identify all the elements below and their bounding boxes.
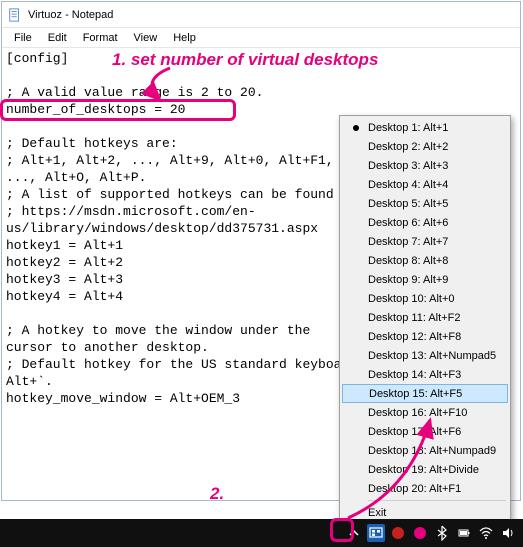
desktop-menu-item[interactable]: Desktop 12: Alt+F8 <box>342 327 508 346</box>
menu-item-bullet <box>346 506 366 520</box>
menu-separator <box>368 500 506 501</box>
menu-item-bullet <box>346 216 366 230</box>
menu-item-label: Desktop 13: Alt+Numpad5 <box>366 350 496 362</box>
menu-item-bullet <box>346 311 366 325</box>
menu-item-label: Desktop 8: Alt+8 <box>366 255 448 267</box>
desktop-menu-item[interactable]: Desktop 6: Alt+6 <box>342 213 508 232</box>
menu-item-label: Desktop 5: Alt+5 <box>366 198 448 210</box>
tray-pink-icon[interactable] <box>411 524 429 542</box>
menu-item-label: Desktop 17: Alt+F6 <box>366 426 461 438</box>
desktop-menu-item[interactable]: Desktop 7: Alt+7 <box>342 232 508 251</box>
menu-item-bullet <box>347 387 367 401</box>
desktop-menu-item[interactable]: Desktop 8: Alt+8 <box>342 251 508 270</box>
desktop-menu-item[interactable]: Desktop 1: Alt+1 <box>342 118 508 137</box>
menu-item-bullet <box>346 197 366 211</box>
taskbar <box>0 519 523 547</box>
menu-item-label: Desktop 15: Alt+F5 <box>367 388 462 400</box>
menu-item-label: Desktop 11: Alt+F2 <box>366 312 460 324</box>
desktop-menu-item[interactable]: Desktop 17: Alt+F6 <box>342 422 508 441</box>
menu-item-label: Desktop 3: Alt+3 <box>366 160 448 172</box>
menu-help[interactable]: Help <box>165 30 204 46</box>
menu-format[interactable]: Format <box>75 30 126 46</box>
desktop-menu-item[interactable]: Desktop 4: Alt+4 <box>342 175 508 194</box>
menu-item-label: Desktop 7: Alt+7 <box>366 236 448 248</box>
menu-item-label: Desktop 1: Alt+1 <box>366 122 448 134</box>
menu-item-label: Desktop 2: Alt+2 <box>366 141 448 153</box>
desktop-menu-item[interactable]: Desktop 13: Alt+Numpad5 <box>342 346 508 365</box>
menu-item-label: Desktop 10: Alt+0 <box>366 293 455 305</box>
notepad-icon <box>8 8 22 22</box>
tray-red-icon[interactable] <box>389 524 407 542</box>
desktop-menu-item[interactable]: Desktop 3: Alt+3 <box>342 156 508 175</box>
menu-item-bullet <box>346 444 366 458</box>
menu-item-bullet <box>346 349 366 363</box>
menu-item-label: Desktop 19: Alt+Divide <box>366 464 479 476</box>
desktop-menu-item[interactable]: Desktop 18: Alt+Numpad9 <box>342 441 508 460</box>
menu-edit[interactable]: Edit <box>40 30 75 46</box>
menu-item-label: Desktop 14: Alt+F3 <box>366 369 461 381</box>
desktop-menu-item[interactable]: Desktop 16: Alt+F10 <box>342 403 508 422</box>
menu-item-label: Exit <box>366 507 386 519</box>
menu-item-bullet <box>346 254 366 268</box>
desktop-menu-item[interactable]: Desktop 9: Alt+9 <box>342 270 508 289</box>
menu-item-label: Desktop 20: Alt+F1 <box>366 483 461 495</box>
menu-item-bullet <box>346 425 366 439</box>
desktop-menu-item[interactable]: Desktop 20: Alt+F1 <box>342 479 508 498</box>
desktop-menu-item[interactable]: Desktop 10: Alt+0 <box>342 289 508 308</box>
titlebar[interactable]: Virtuoz - Notepad <box>2 2 520 28</box>
menu-item-bullet <box>346 140 366 154</box>
power-icon[interactable] <box>455 524 473 542</box>
desktop-menu-item[interactable]: Desktop 11: Alt+F2 <box>342 308 508 327</box>
menu-item-label: Desktop 9: Alt+9 <box>366 274 448 286</box>
menu-item-label: Desktop 12: Alt+F8 <box>366 331 461 343</box>
menu-item-bullet <box>346 330 366 344</box>
menu-item-bullet <box>346 463 366 477</box>
menu-item-label: Desktop 6: Alt+6 <box>366 217 448 229</box>
menu-item-label: Desktop 4: Alt+4 <box>366 179 448 191</box>
menu-file[interactable]: File <box>6 30 40 46</box>
desktop-menu-item[interactable]: Desktop 2: Alt+2 <box>342 137 508 156</box>
desktop-switch-menu: Desktop 1: Alt+1 Desktop 2: Alt+2 Desktop … <box>339 115 511 525</box>
desktop-menu-item[interactable]: Desktop 14: Alt+F3 <box>342 365 508 384</box>
tray-up-icon[interactable] <box>345 524 363 542</box>
virtuoz-tray-icon[interactable] <box>367 524 385 542</box>
menu-item-bullet <box>346 482 366 496</box>
menu-item-bullet <box>346 235 366 249</box>
volume-icon[interactable] <box>499 524 517 542</box>
desktop-menu-item[interactable]: Desktop 19: Alt+Divide <box>342 460 508 479</box>
menu-item-bullet <box>346 406 366 420</box>
desktop-menu-item[interactable]: Desktop 5: Alt+5 <box>342 194 508 213</box>
menu-view[interactable]: View <box>126 30 166 46</box>
menubar: File Edit Format View Help <box>2 28 520 48</box>
window-title: Virtuoz - Notepad <box>28 9 113 21</box>
bluetooth-icon[interactable] <box>433 524 451 542</box>
wifi-icon[interactable] <box>477 524 495 542</box>
menu-item-label: Desktop 16: Alt+F10 <box>366 407 467 419</box>
menu-item-label: Desktop 18: Alt+Numpad9 <box>366 445 496 457</box>
menu-item-bullet <box>346 178 366 192</box>
menu-item-bullet <box>346 368 366 382</box>
menu-item-bullet <box>346 273 366 287</box>
menu-item-bullet <box>346 292 366 306</box>
menu-item-bullet <box>346 121 366 135</box>
menu-item-bullet <box>346 159 366 173</box>
desktop-menu-item[interactable]: Desktop 15: Alt+F5 <box>342 384 508 403</box>
system-tray <box>345 524 523 542</box>
